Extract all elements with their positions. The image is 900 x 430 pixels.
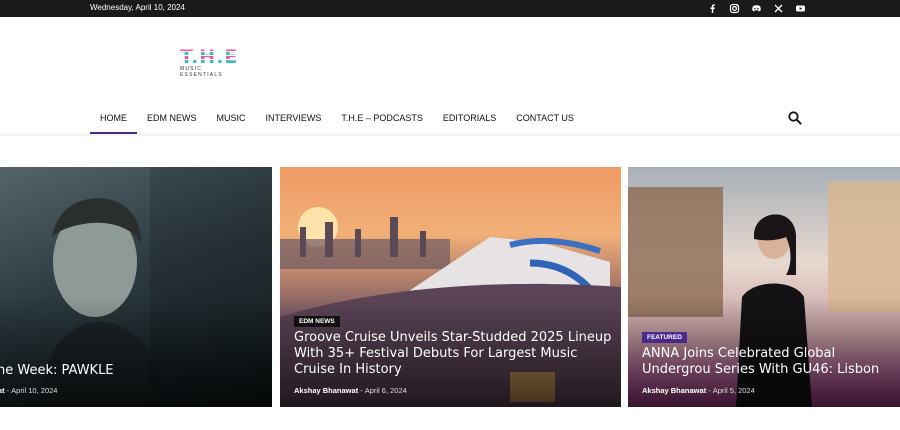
logo-line-2: ESSENTIALS	[180, 71, 223, 78]
current-date: Wednesday, April 10, 2024	[90, 3, 185, 12]
nav-interviews[interactable]: INTERVIEWS	[256, 108, 332, 134]
site-logo[interactable]: T.H.E MUSIC ESSENTIALS	[180, 48, 240, 84]
x-icon[interactable]	[772, 2, 785, 15]
main-nav: HOME EDM NEWS MUSIC INTERVIEWS T.H.E – P…	[90, 108, 584, 134]
article-title-text: ANNA Joins Celebrated Global Undergrou S…	[642, 346, 880, 377]
article-author[interactable]: Akshay Bhanawat	[642, 386, 706, 395]
nav-divider	[0, 134, 900, 137]
article-author[interactable]: at	[0, 386, 5, 395]
search-icon[interactable]	[787, 110, 803, 126]
article-meta: at - April 10, 2024	[0, 386, 58, 395]
article-title[interactable]: he Week: PAWKLE	[0, 363, 272, 379]
discord-icon[interactable]	[750, 2, 763, 15]
top-bar: Wednesday, April 10, 2024	[0, 0, 900, 17]
facebook-icon[interactable]	[706, 2, 719, 15]
youtube-icon[interactable]	[794, 2, 807, 15]
article-date: April 5, 2024	[712, 386, 755, 395]
article-meta: Akshay Bhanawat - April 5, 2024	[642, 386, 755, 395]
category-badge[interactable]: EDM NEWS	[294, 316, 340, 327]
article-date: April 10, 2024	[11, 386, 58, 395]
article-card-groove-cruise[interactable]: EDM NEWS Groove Cruise Unveils Star-Stud…	[280, 167, 621, 407]
nav-podcasts[interactable]: T.H.E – PODCASTS	[331, 108, 433, 134]
article-title[interactable]: ANNA Joins Celebrated Global Undergrou S…	[642, 346, 900, 378]
article-date: April 6, 2024	[364, 386, 407, 395]
article-author[interactable]: Akshay Bhanawat	[294, 386, 358, 395]
nav-editorials[interactable]: EDITORIALS	[433, 108, 506, 134]
article-meta: Akshay Bhanawat - April 6, 2024	[294, 386, 407, 395]
article-card-anna[interactable]: FEATURED ANNA Joins Celebrated Global Un…	[628, 167, 900, 407]
logo-wordmark: T.H.E	[180, 46, 239, 68]
nav-home[interactable]: HOME	[90, 108, 137, 134]
article-card-pawkle[interactable]: he Week: PAWKLE at - April 10, 2024	[0, 167, 272, 407]
category-badge[interactable]: FEATURED	[642, 332, 687, 343]
instagram-icon[interactable]	[728, 2, 741, 15]
nav-contact-us[interactable]: CONTACT US	[506, 108, 584, 134]
nav-edm-news[interactable]: EDM NEWS	[137, 108, 207, 134]
article-title[interactable]: Groove Cruise Unveils Star-Studded 2025 …	[294, 330, 614, 378]
nav-music[interactable]: MUSIC	[207, 108, 256, 134]
